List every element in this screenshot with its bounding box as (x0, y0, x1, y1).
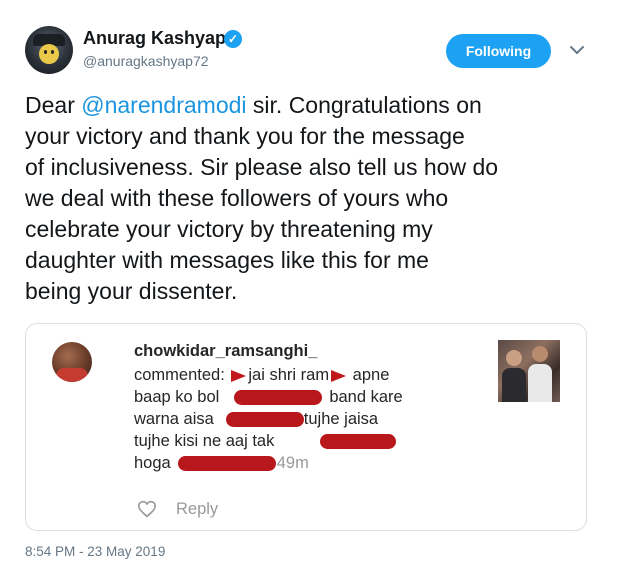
red-flag-icon (231, 369, 247, 382)
comment-text: commented: jai shri ram apne baap ko bol… (134, 364, 489, 474)
redaction-mark (226, 412, 304, 427)
tweet-line: of inclusiveness. Sir please also tell u… (25, 154, 499, 180)
comment-line: hoga 49m (134, 452, 489, 474)
commenter-avatar (52, 342, 92, 382)
chevron-down-icon[interactable] (567, 40, 587, 60)
tweet-line: celebrate your victory by threatening my (25, 216, 433, 242)
tweet-line: we deal with these followers of yours wh… (25, 185, 449, 211)
redaction-mark (234, 390, 322, 405)
author-handle[interactable]: @anuragkashyap72 (83, 53, 209, 69)
thumbnail-figure (502, 368, 526, 402)
red-flag-icon (331, 369, 347, 382)
thumbnail-figure (528, 364, 552, 402)
author-name[interactable]: Anurag Kashyap (83, 28, 226, 49)
comment-segment: tujhe kisi ne aaj tak (134, 432, 275, 450)
thumbnail-figure (532, 346, 548, 362)
comment-time: 49m (276, 454, 309, 472)
redaction-mark (178, 456, 276, 471)
comment-segment: baap ko bol (134, 388, 220, 406)
verified-badge-icon: ✓ (224, 30, 242, 48)
comment-segment: band kare (329, 388, 403, 406)
tweet-timestamp[interactable]: 8:54 PM - 23 May 2019 (25, 544, 165, 559)
comment-line: baap ko bol band kare (134, 386, 489, 408)
thumbnail-figure (506, 350, 522, 366)
following-button[interactable]: Following (446, 34, 551, 68)
avatar-shirt (56, 368, 88, 382)
comment-line: commented: jai shri ram apne (134, 364, 489, 386)
heart-icon (138, 500, 156, 518)
comment-segment: commented: (134, 366, 225, 384)
embedded-screenshot[interactable]: chowkidar_ramsanghi_ commented: jai shri… (25, 323, 587, 531)
reply-label: Reply (176, 500, 219, 518)
tweet-text-segment: Dear (25, 92, 82, 118)
comment-line: tujhe kisi ne aaj taknahi (134, 430, 489, 452)
comment-segment: jai shri ram (248, 366, 330, 384)
redaction-mark (320, 434, 396, 449)
tweet-line: being your dissenter. (25, 278, 238, 304)
tweet-text-segment: sir. Congratulations on (246, 92, 482, 118)
comment-line: warna aisa tujhe jaisa (134, 408, 489, 430)
tweet-line: Dear @narendramodi sir. Congratulations … (25, 90, 600, 121)
tweet-line: daughter with messages like this for me (25, 247, 429, 273)
comment-segment: tujhe jaisa (303, 410, 379, 428)
comment-segment: apne (352, 366, 390, 384)
comment-segment: warna aisa (134, 410, 214, 428)
mention-link[interactable]: @narendramodi (81, 92, 246, 118)
tweet-text: Dear @narendramodi sir. Congratulations … (25, 90, 600, 307)
comment-segment: hoga (134, 454, 171, 472)
post-thumbnail (498, 340, 560, 402)
author-avatar[interactable] (25, 26, 73, 74)
tweet-line: your victory and thank you for the messa… (25, 123, 465, 149)
avatar-face (39, 44, 59, 64)
commenter-username: chowkidar_ramsanghi_ (134, 342, 318, 360)
